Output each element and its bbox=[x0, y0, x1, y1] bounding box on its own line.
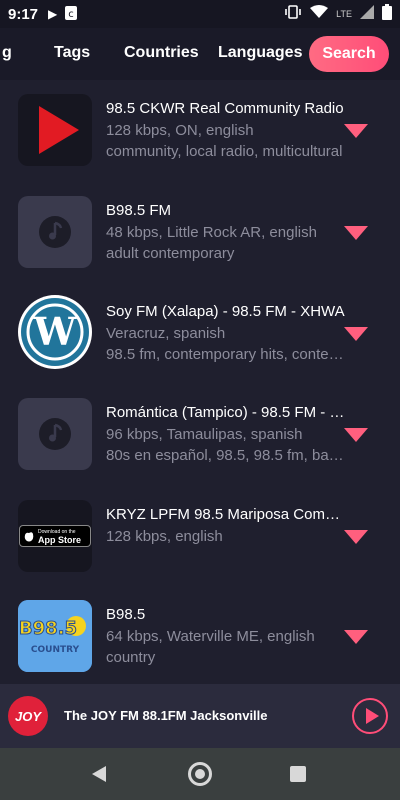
now-playing-title: The JOY FM 88.1FM Jacksonville bbox=[64, 708, 268, 723]
vibrate-icon bbox=[284, 5, 302, 23]
station-title: Soy FM (Xalapa) - 98.5 FM - XHWA bbox=[106, 303, 345, 320]
station-item[interactable]: W Soy FM (Xalapa) - 98.5 FM - XHWA Verac… bbox=[0, 295, 400, 395]
svg-text:W: W bbox=[33, 309, 78, 354]
music-note-icon bbox=[18, 398, 92, 470]
station-title: 98.5 CKWR Real Community Radio bbox=[106, 100, 344, 117]
play-notification-icon: ▶ bbox=[48, 7, 58, 21]
logo-text: B98.5 bbox=[19, 618, 77, 639]
tab-tags[interactable]: Tags bbox=[54, 44, 90, 62]
station-logo-text: JOY bbox=[14, 708, 41, 724]
home-icon[interactable] bbox=[188, 762, 212, 786]
station-tags: 80s en español, 98.5, 98.5 fm, baladas bbox=[106, 447, 346, 464]
expand-chevron-icon[interactable] bbox=[344, 428, 368, 442]
station-item[interactable]: Romántica (Tampico) - 98.5 FM - XHRT 96 … bbox=[0, 396, 400, 496]
station-logo: JOY bbox=[8, 696, 48, 736]
svg-text:c: c bbox=[69, 9, 75, 20]
station-list[interactable]: 98.5 CKWR Real Community Radio 128 kbps,… bbox=[0, 80, 400, 684]
station-item[interactable]: B98.5 COUNTRY B98.5 64 kbps, Waterville M… bbox=[0, 598, 400, 684]
station-tags: community, local radio, multicultural bbox=[106, 143, 343, 160]
battery-icon bbox=[382, 4, 392, 24]
station-details: 128 kbps, english bbox=[106, 528, 223, 545]
play-icon bbox=[365, 708, 379, 724]
back-icon[interactable] bbox=[92, 766, 106, 782]
youtube-play-icon bbox=[18, 94, 92, 166]
app-store-badge-icon: Download on the App Store bbox=[18, 500, 92, 572]
expand-chevron-icon[interactable] bbox=[344, 630, 368, 644]
tab-languages[interactable]: Languages bbox=[218, 44, 302, 62]
play-button[interactable] bbox=[352, 698, 388, 734]
signal-icon bbox=[360, 5, 374, 23]
wordpress-logo-icon: W bbox=[18, 295, 92, 369]
expand-chevron-icon[interactable] bbox=[344, 226, 368, 240]
station-tags: 98.5 fm, contemporary hits, contemporary bbox=[106, 346, 346, 363]
logo-sub: COUNTRY bbox=[31, 645, 80, 655]
expand-chevron-icon[interactable] bbox=[344, 327, 368, 341]
station-item[interactable]: B98.5 FM 48 kbps, Little Rock AR, englis… bbox=[0, 194, 400, 294]
recent-apps-icon[interactable] bbox=[290, 766, 306, 782]
wifi-icon bbox=[310, 5, 329, 23]
station-details: 64 kbps, Waterville ME, english bbox=[106, 628, 315, 645]
station-item[interactable]: Download on the App Store KRYZ LPFM 98.5… bbox=[0, 498, 400, 598]
tab-genres[interactable]: g bbox=[2, 44, 12, 62]
station-tags: adult contemporary bbox=[106, 245, 235, 262]
station-details: 96 kbps, Tamaulipas, spanish bbox=[106, 426, 303, 443]
station-details: Veracruz, spanish bbox=[106, 325, 226, 342]
station-tags: country bbox=[106, 649, 156, 666]
station-title: B98.5 bbox=[106, 606, 146, 623]
status-time: 9:17 bbox=[8, 5, 39, 23]
station-title: Romántica (Tampico) - 98.5 FM - XHRT bbox=[106, 404, 346, 421]
station-details: 128 kbps, ON, english bbox=[106, 122, 254, 139]
category-tab-bar: g Tags Countries Languages Search bbox=[0, 28, 400, 80]
tab-search[interactable]: Search bbox=[309, 36, 389, 72]
now-playing-bar[interactable]: JOY The JOY FM 88.1FM Jacksonville bbox=[0, 684, 400, 748]
station-title: KRYZ LPFM 98.5 Mariposa Community bbox=[106, 506, 346, 523]
notification-icon: c bbox=[65, 5, 78, 23]
expand-chevron-icon[interactable] bbox=[344, 124, 368, 138]
b985-country-logo-icon: B98.5 COUNTRY bbox=[18, 600, 92, 672]
status-bar: 9:17 ▶ c LTE bbox=[0, 0, 400, 28]
music-note-icon bbox=[18, 196, 92, 268]
tab-countries[interactable]: Countries bbox=[124, 44, 199, 62]
status-right: LTE bbox=[284, 4, 392, 24]
station-details: 48 kbps, Little Rock AR, english bbox=[106, 224, 317, 241]
station-title: B98.5 FM bbox=[106, 202, 172, 219]
lte-label: LTE bbox=[336, 9, 352, 19]
badge-big-text: App Store bbox=[38, 535, 82, 545]
app-screen: 9:17 ▶ c LTE g Tags Countries Languages … bbox=[0, 0, 400, 800]
expand-chevron-icon[interactable] bbox=[344, 530, 368, 544]
system-nav-bar bbox=[0, 748, 400, 800]
station-item[interactable]: 98.5 CKWR Real Community Radio 128 kbps,… bbox=[0, 92, 400, 192]
